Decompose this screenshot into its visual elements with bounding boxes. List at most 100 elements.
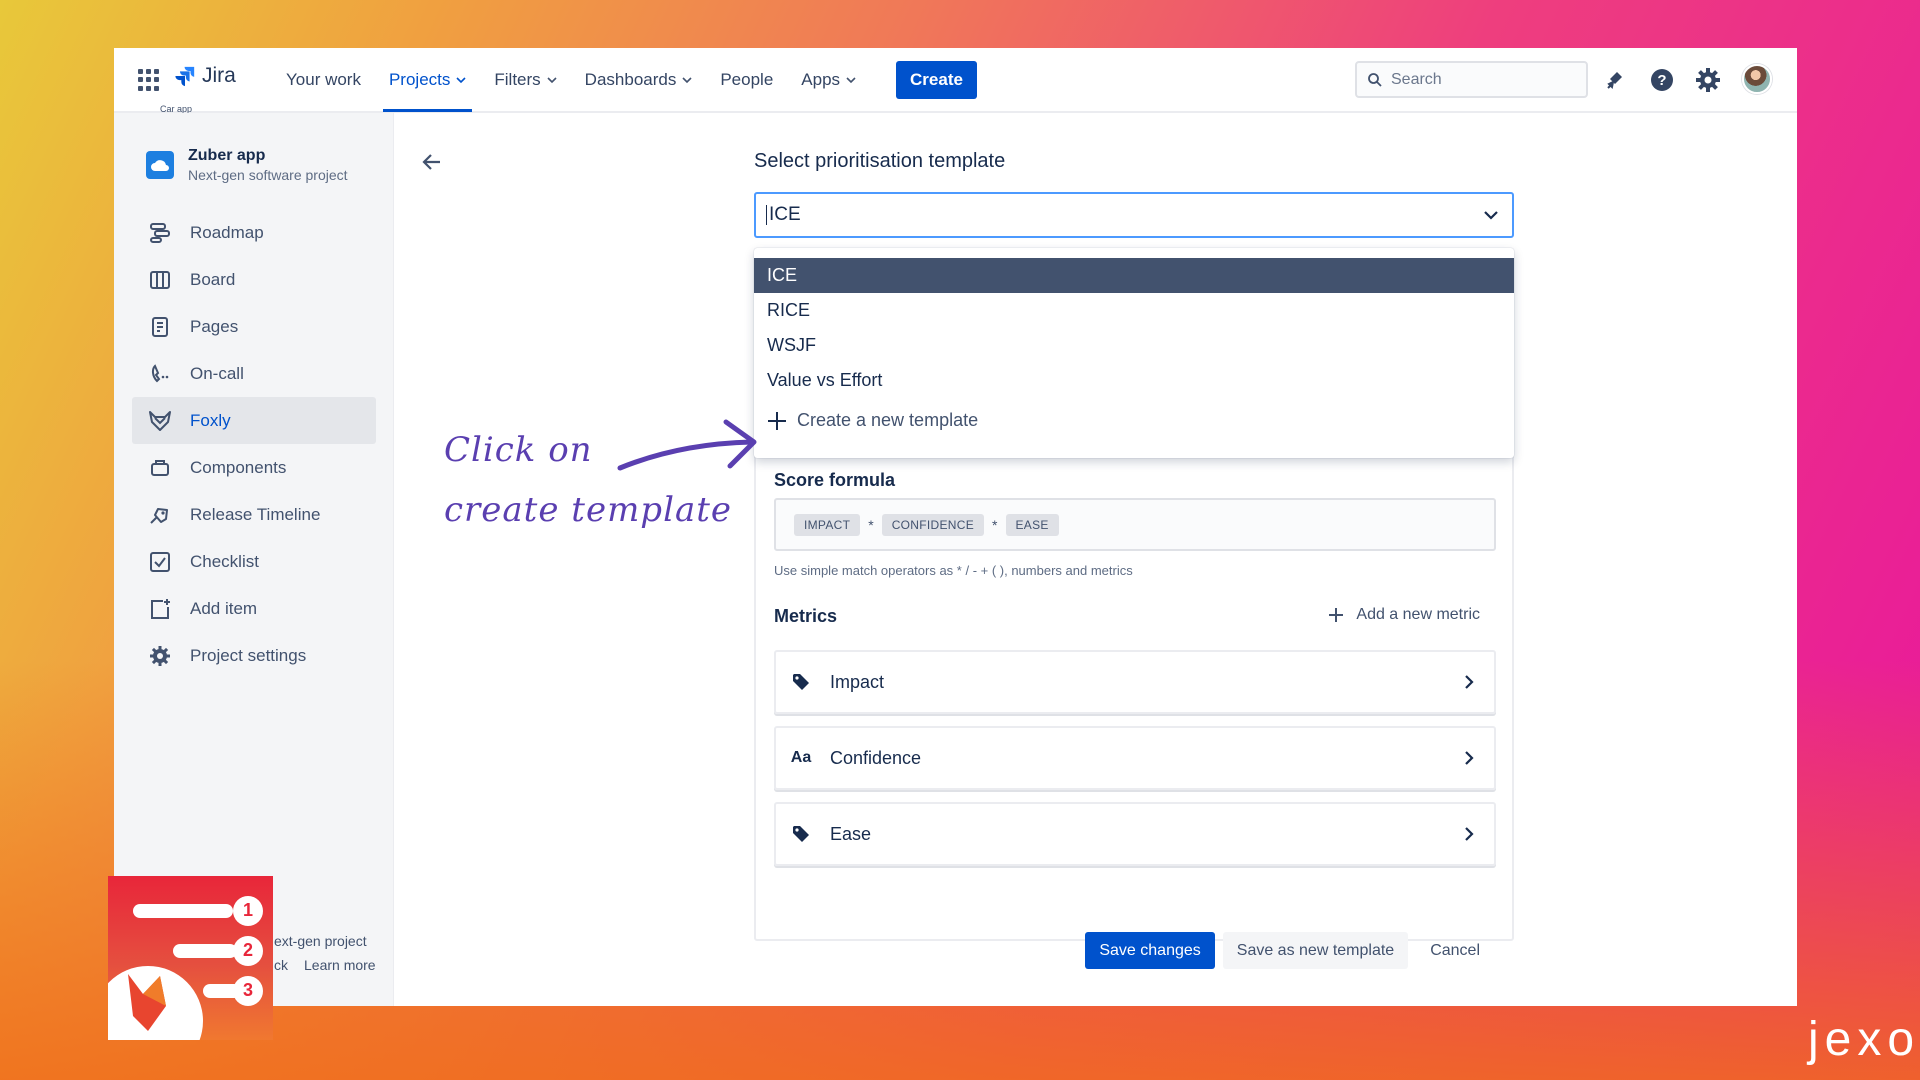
feedback-link[interactable]: ck <box>274 957 288 973</box>
chevron-right-icon <box>1465 827 1474 841</box>
components-icon <box>148 456 172 480</box>
sidebar-item-checklist[interactable]: Checklist <box>132 538 376 585</box>
nav-label: Filters <box>494 69 541 89</box>
nav-label: Dashboards <box>584 69 677 89</box>
add-metric-button[interactable]: Add a new metric <box>1328 606 1480 624</box>
project-type: Next-gen software project <box>188 167 348 183</box>
chevron-down-icon <box>1484 211 1498 220</box>
sidebar-item-add-item[interactable]: Add item <box>132 585 376 632</box>
add-item-icon <box>148 597 172 621</box>
on-call-icon <box>148 362 172 386</box>
app-name: Jira <box>202 64 236 87</box>
sidebar-item-label: On-call <box>190 363 244 383</box>
nav-label: Apps <box>801 69 841 89</box>
sidebar: Zuber app Next-gen software project Road… <box>114 113 394 1006</box>
chevron-right-icon <box>1465 675 1474 689</box>
chevron-down-icon <box>547 76 557 83</box>
sidebar-item-project-settings[interactable]: Project settings <box>132 632 376 679</box>
metric-label: Ease <box>830 823 872 844</box>
notifications-icon[interactable] <box>1602 66 1630 94</box>
sidebar-item-label: Add item <box>190 598 258 618</box>
template-dropdown-menu: ICE RICE WSJF Value vs Effort Create a n… <box>754 248 1514 458</box>
option-wsjf[interactable]: WSJF <box>754 328 1514 363</box>
sidebar-item-foxly[interactable]: Foxly <box>132 397 376 444</box>
chevron-down-icon <box>456 76 466 83</box>
plus-icon <box>1329 608 1344 622</box>
project-name: Zuber app <box>188 147 266 164</box>
create-new-template-button[interactable]: Create a new template <box>767 410 978 431</box>
plus-icon <box>768 411 786 430</box>
nav-items: Your work Projects Filters Dashboards Pe… <box>272 48 870 112</box>
dropdown-options: ICE RICE WSJF Value vs Effort <box>754 248 1514 398</box>
chevron-down-icon <box>682 76 692 83</box>
search-input[interactable] <box>1391 70 1571 89</box>
formula-token: EASE <box>1005 513 1059 536</box>
option-ice[interactable]: ICE <box>754 258 1514 293</box>
badge-number: 1 <box>242 900 253 920</box>
sidebar-item-label: Board <box>190 269 236 289</box>
template-select-value: ICE <box>769 204 801 225</box>
template-select[interactable]: ICE <box>754 192 1514 238</box>
sidebar-item-label: Pages <box>190 316 239 336</box>
project-header[interactable]: Zuber app Next-gen software project <box>146 147 348 183</box>
chevron-down-icon <box>846 76 856 83</box>
tag-icon <box>790 823 812 845</box>
sidebar-item-components[interactable]: Components <box>132 444 376 491</box>
search-icon <box>1368 72 1382 87</box>
sidebar-item-release-timeline[interactable]: Release Timeline <box>132 491 376 538</box>
metric-row-ease[interactable]: Ease <box>774 802 1496 866</box>
nav-label: Projects <box>388 69 451 89</box>
annotation-line-1: Click on <box>444 430 593 470</box>
metric-row-impact[interactable]: Impact <box>774 650 1496 714</box>
save-changes-button[interactable]: Save changes <box>1085 932 1215 969</box>
badge-number: 3 <box>242 980 253 1000</box>
nav-filters[interactable]: Filters <box>480 48 570 111</box>
sidebar-item-board[interactable]: Board <box>132 256 376 303</box>
sidebar-footer-links: ck Learn more <box>274 957 376 973</box>
sidebar-item-label: Release Timeline <box>190 504 321 524</box>
settings-icon[interactable] <box>1694 66 1722 94</box>
project-settings-icon <box>148 644 172 668</box>
metric-row-confidence[interactable]: Aa Confidence <box>774 726 1496 790</box>
foxly-icon <box>148 409 172 433</box>
tag-icon <box>790 671 812 693</box>
option-rice[interactable]: RICE <box>754 293 1514 328</box>
text-icon: Aa <box>790 749 812 766</box>
nav-people[interactable]: People <box>706 48 787 111</box>
app-switcher-icon[interactable] <box>138 69 160 91</box>
search-box[interactable] <box>1355 61 1588 98</box>
svg-text:?: ? <box>1657 72 1666 89</box>
jira-logo[interactable]: Jira <box>174 64 236 88</box>
jexo-logo: jexo <box>1808 1013 1920 1066</box>
back-arrow-icon[interactable] <box>420 150 444 174</box>
sidebar-item-roadmap[interactable]: Roadmap <box>132 209 376 256</box>
badge-number: 2 <box>242 940 253 960</box>
nav-label: Your work <box>286 69 361 89</box>
formula-operator: * <box>868 516 874 533</box>
formula-token: CONFIDENCE <box>881 513 985 536</box>
avatar[interactable] <box>1742 64 1772 94</box>
jira-logo-icon <box>175 66 195 87</box>
help-icon[interactable]: ? <box>1648 66 1676 94</box>
sidebar-item-pages[interactable]: Pages <box>132 303 376 350</box>
nav-your-work[interactable]: Your work <box>272 48 375 111</box>
score-formula-input[interactable]: IMPACT * CONFIDENCE * EASE <box>774 498 1496 551</box>
learn-more-link[interactable]: Learn more <box>304 957 376 973</box>
sidebar-item-label: Checklist <box>190 551 259 571</box>
option-value-vs-effort[interactable]: Value vs Effort <box>754 363 1514 398</box>
metrics-label: Metrics <box>774 606 838 626</box>
nav-dashboards[interactable]: Dashboards <box>571 48 707 111</box>
nav-apps[interactable]: Apps <box>787 48 870 111</box>
chevron-right-icon <box>1465 751 1474 765</box>
score-formula-label: Score formula <box>774 470 896 490</box>
sidebar-item-on-call[interactable]: On-call <box>132 350 376 397</box>
formula-operator: * <box>992 516 998 533</box>
add-metric-label: Add a new metric <box>1356 606 1480 623</box>
annotation-line-2: create template <box>444 490 732 530</box>
create-button[interactable]: Create <box>896 61 977 99</box>
sidebar-items: Roadmap Board Pages On-call Foxly Compon… <box>132 209 376 679</box>
cancel-button[interactable]: Cancel <box>1416 932 1494 969</box>
nav-projects[interactable]: Projects <box>375 48 480 112</box>
pages-icon <box>148 315 172 339</box>
save-as-new-template-button[interactable]: Save as new template <box>1222 932 1409 969</box>
